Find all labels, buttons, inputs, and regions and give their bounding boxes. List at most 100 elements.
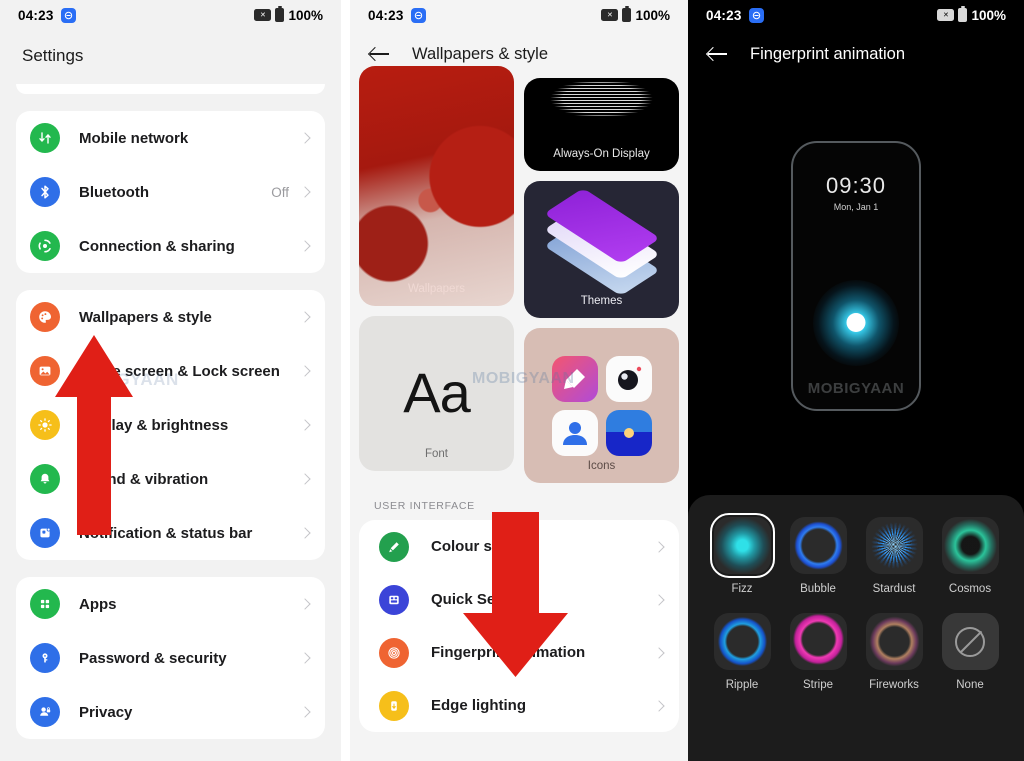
icon-sample-gallery-icon [605,410,652,456]
settings-row-notification-status-bar[interactable]: Notification & status bar [16,506,325,560]
privacy-icon [30,697,60,727]
battery-icon [622,6,632,22]
animation-thumb-stripe [789,613,847,670]
font-sample: Aa [403,361,471,424]
bell-icon [30,464,60,494]
fingerprint-sensor-dot [846,312,866,332]
chevron-right-icon [299,598,311,610]
animation-option-stripe[interactable]: Stripe [783,613,853,691]
status-bar-2: 04:23 ✕ 100% [350,0,688,30]
themes-tile[interactable]: Themes [524,181,679,318]
animation-option-none[interactable]: None [935,613,1005,691]
tile-caption: Icons [587,460,616,472]
ui-row-quick-settings[interactable]: Quick Settings [359,573,679,626]
status-bar-1: 04:23 ✕ 100% [0,0,341,30]
battery-percent: 100% [288,7,323,23]
settings-row-privacy[interactable]: Privacy [16,685,325,739]
chevron-right-icon [299,473,311,485]
chevron-right-icon [653,699,665,712]
clipped-card-top [16,84,325,94]
settings-row-apps[interactable]: Apps [16,577,325,631]
chevron-right-icon [653,593,665,606]
bluetooth-icon [30,177,60,207]
animation-option-fizz[interactable]: Fizz [707,513,777,595]
animation-option-cosmos[interactable]: Cosmos [935,517,1005,595]
icons-tile[interactable]: Icons [524,328,679,483]
always-on-display-tile[interactable]: Always-On Display [524,78,679,171]
status-bar-3: 04:23 ✕ 100% [688,0,1024,30]
settings-row-sound-vibration[interactable]: Sound & vibration [16,452,325,506]
status-bar-right: ✕ 100% [254,6,323,23]
preview-date: Mon, Jan 1 [833,201,879,212]
back-arrow-icon[interactable] [370,46,390,62]
nav-title: Wallpapers & style [412,44,549,63]
settings-row-label: Privacy [79,703,133,721]
animation-options-grid: Fizz Bubble Stardust Cosmos Ripple Strip… [704,513,1008,691]
phone-preview: 09:30 Mon, Jan 1 MOBIGYAAN [791,140,921,411]
settings-row-password-security[interactable]: Password & security [16,631,325,685]
no-animation-icon [942,613,999,670]
apps-grid-icon [30,589,60,619]
animation-thumb-cosmos [941,517,999,574]
panel-divider-1 [341,0,350,761]
status-bar-right: ✕ 100% [601,6,670,23]
settings-row-label: Mobile network [79,129,189,147]
status-bar-left: 04:23 [18,7,76,23]
settings-row-wallpapers-style[interactable]: Wallpapers & style [16,290,325,344]
chevron-right-icon [299,706,311,718]
animation-option-label: Fireworks [869,679,919,691]
connection-sharing-icon [30,231,60,261]
status-bar-left: 04:23 [368,7,426,23]
settings-row-label: Apps [79,595,117,613]
ui-row-colour-scheme[interactable]: Colour scheme [359,520,679,573]
settings-row-mobile-network[interactable]: Mobile network [16,111,325,165]
chevron-right-icon [299,186,311,198]
battery-percent: 100% [971,7,1006,23]
animation-option-label: Ripple [725,679,759,691]
chevron-right-icon [299,527,311,539]
settings-row-label: Connection & sharing [79,237,235,255]
settings-group-3: Apps Password & security Privacy [16,577,325,739]
settings-row-connection-sharing[interactable]: Connection & sharing [16,219,325,273]
back-arrow-icon[interactable] [708,46,728,62]
chevron-right-icon [299,365,311,377]
ui-row-label: Colour scheme [431,538,540,555]
tile-caption: Font [424,448,448,460]
three-panel-screenshot: 04:23 ✕ 100% Settings Mobile network Blu… [0,0,1024,761]
settings-row-label: Wallpapers & style [79,308,212,326]
icon-sample-camera-icon [605,356,652,402]
font-tile[interactable]: Aa Font [359,316,514,471]
palette-icon [30,302,60,332]
chevron-right-icon [653,646,665,659]
animation-thumb-ripple [713,613,771,670]
brightness-icon [30,410,60,440]
wallpapers-tile[interactable]: Wallpapers [359,66,514,306]
settings-row-value: Off [271,184,289,200]
settings-row-bluetooth[interactable]: Bluetooth Off [16,165,325,219]
settings-row-display-brightness[interactable]: Display & brightness [16,398,325,452]
ui-row-edge-lighting[interactable]: Edge lighting [359,679,679,732]
animation-option-fireworks[interactable]: Fireworks [859,613,929,691]
animation-thumb-stardust [865,517,923,574]
animation-option-label: None [956,679,984,691]
status-time: 04:23 [368,7,404,23]
animation-option-bubble[interactable]: Bubble [783,517,853,595]
animation-options-card: Fizz Bubble Stardust Cosmos Ripple Strip… [688,495,1024,761]
ui-row-fingerprint-animation[interactable]: Fingerprint animation [359,626,679,679]
icon-pack-preview [551,356,652,456]
aod-artwork [524,82,679,126]
ui-row-label: Quick Settings [431,591,537,608]
battery-icon [275,6,285,22]
camera-off-icon: ✕ [254,9,272,21]
settings-row-home-lock-screen[interactable]: Home screen & Lock screen [16,344,325,398]
animation-option-label: Bubble [800,583,836,595]
settings-row-label: Display & brightness [79,416,229,434]
animation-option-stardust[interactable]: Stardust [859,517,929,595]
animation-thumb-fizz [709,513,775,578]
animation-option-ripple[interactable]: Ripple [707,613,777,691]
dnd-badge-icon [410,7,426,23]
panel-settings: 04:23 ✕ 100% Settings Mobile network Blu… [0,0,341,761]
status-bar-left: 04:23 [706,7,764,23]
settings-row-label: Password & security [79,649,227,667]
camera-off-icon: ✕ [937,9,955,21]
